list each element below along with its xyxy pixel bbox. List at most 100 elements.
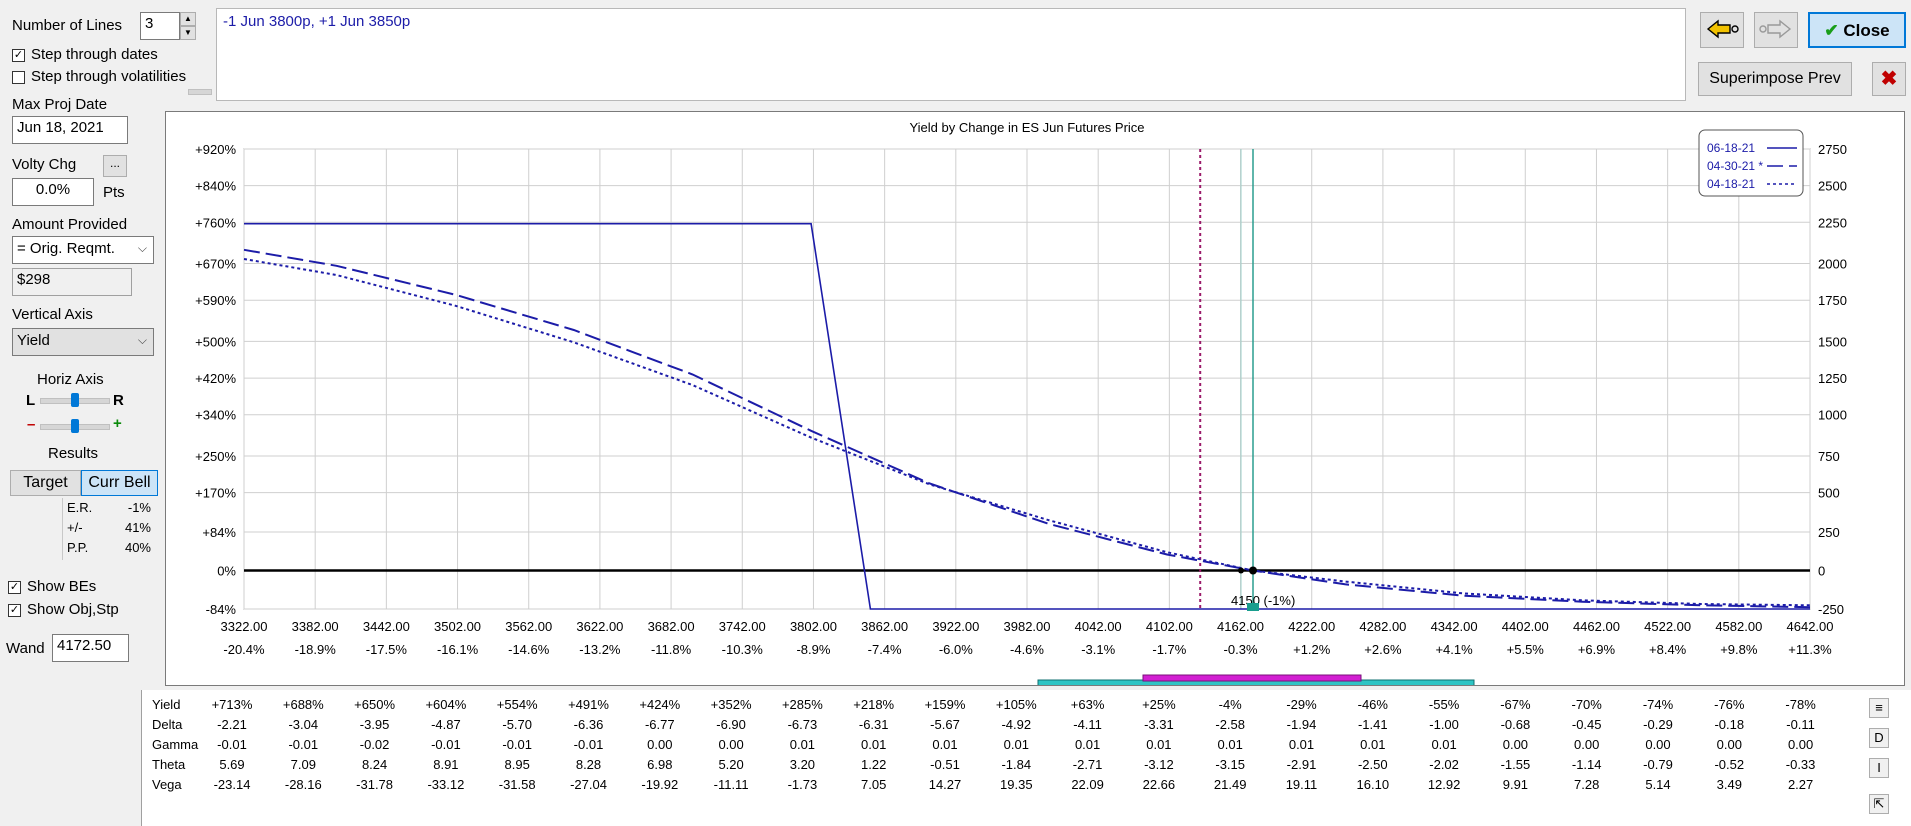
result-key: +/- (67, 520, 83, 535)
amount-option-text: = Orig. Reqmt. (17, 240, 115, 257)
table-menu-button[interactable]: ≡ (1869, 698, 1889, 718)
table-cell: -1.55 (1500, 757, 1531, 772)
table-cell: -0.11 (1786, 717, 1815, 732)
wand-label: Wand (6, 640, 45, 657)
table-cell: 0.00 (1716, 737, 1742, 752)
cancel-x-button[interactable]: ✖ (1872, 62, 1906, 96)
results-panel: E.R. -1% +/- 41% P.P. 40% (62, 498, 155, 560)
wand-point-marker (1249, 566, 1258, 575)
y-right-tick-label: 1500 (1818, 334, 1847, 349)
curr-bell-button[interactable]: Curr Bell (81, 470, 158, 496)
amount-provided-label: Amount Provided (12, 216, 128, 233)
table-cell: 0.01 (1003, 737, 1029, 752)
wand-input[interactable]: 4172.50 (52, 634, 129, 662)
close-button[interactable]: ✔ Close (1808, 12, 1906, 48)
table-cell: 8.95 (504, 757, 530, 772)
x-pct-label: -16.1% (437, 642, 479, 657)
i-button[interactable]: I (1869, 758, 1889, 778)
prev-button[interactable] (1700, 12, 1744, 48)
table-cell: -0.45 (1571, 717, 1602, 732)
max-proj-date-input[interactable]: Jun 18, 2021 (12, 116, 128, 144)
table-cell: 0.01 (1288, 737, 1315, 752)
export-button[interactable]: ⇱ (1869, 794, 1889, 814)
volty-more-button[interactable]: ... (103, 155, 127, 177)
x-pct-label: -17.5% (366, 642, 408, 657)
y-right-tick-label: 1000 (1818, 408, 1847, 423)
horiz-lr-slider-thumb[interactable] (71, 393, 79, 407)
arrow-right-icon (1759, 19, 1792, 39)
table-cell: +218% (853, 697, 895, 712)
table-cell: -2.02 (1429, 757, 1459, 772)
table-cell: -0.51 (930, 757, 960, 772)
table-cell: +554% (496, 697, 538, 712)
table-cell: -31.78 (356, 777, 394, 792)
show-bes-checkbox[interactable]: ✓ (8, 581, 21, 594)
table-cell: -5.67 (930, 717, 960, 732)
superimpose-prev-button[interactable]: Superimpose Prev (1698, 62, 1852, 96)
table-cell: 0.01 (1431, 737, 1457, 752)
amount-provided-select[interactable]: = Orig. Reqmt. ⌵ (12, 236, 154, 264)
x-tick-label: 4342.00 (1431, 619, 1478, 634)
step-vols-label: Step through volatilities (31, 68, 187, 85)
table-cell: -70% (1571, 697, 1602, 712)
horiz-zoom-slider-thumb[interactable] (71, 419, 79, 433)
table-cell: 0.00 (718, 737, 744, 752)
table-cell: 6.98 (647, 757, 673, 772)
table-row-label: Yield (152, 697, 181, 712)
y-tick-label: +840% (195, 179, 236, 194)
step-vols-checkbox[interactable] (12, 71, 25, 84)
yield-chart: Yield by Change in ES Jun Futures Price 3… (195, 120, 1847, 687)
table-cell: -1.84 (1001, 757, 1032, 772)
step-dates-label: Step through dates (31, 46, 158, 63)
table-cell: -0.01 (502, 737, 532, 752)
table-cell: +159% (924, 697, 966, 712)
wand-marker-icon (1247, 603, 1260, 611)
result-value: -1% (127, 500, 151, 515)
x-pct-label: -1.7% (1152, 642, 1186, 657)
y-tick-label: +250% (195, 449, 236, 464)
y-tick-label: +670% (195, 257, 236, 272)
table-cell: -3.95 (359, 717, 390, 732)
spin-up-button[interactable]: ▲ (180, 12, 196, 26)
step-dates-checkbox[interactable]: ✓ (12, 49, 25, 62)
table-cell: -3.04 (288, 717, 319, 732)
volty-chg-input[interactable]: 0.0% (12, 178, 94, 206)
spin-down-button[interactable]: ▼ (180, 26, 196, 40)
table-cell: 3.49 (1716, 777, 1742, 792)
table-cell: 22.09 (1071, 777, 1104, 792)
greeks-table: Yield +713% +688% +650% +604% +554% +491% +424%… (141, 690, 1911, 826)
table-cell: -0.18 (1714, 717, 1745, 732)
x-tick-label: 3622.00 (576, 619, 623, 634)
positions-textarea[interactable]: -1 Jun 3800p, +1 Jun 3850p (216, 8, 1686, 101)
x-tick-label: 4522.00 (1644, 619, 1691, 634)
table-cell: -74% (1642, 697, 1674, 712)
vertical-axis-label: Vertical Axis (12, 306, 93, 323)
vertical-axis-select[interactable]: Yield ⌵ (12, 328, 154, 356)
target-button[interactable]: Target (10, 470, 81, 496)
table-cell: +688% (282, 697, 324, 712)
wand-label: 4150 (-1%) (1231, 593, 1295, 608)
d-button[interactable]: D (1869, 728, 1889, 748)
table-cell: +713% (211, 697, 253, 712)
table-cell: 0.00 (1502, 737, 1529, 752)
y-tick-label: +590% (195, 293, 236, 308)
x-pct-label: -7.4% (868, 642, 902, 657)
show-obj-label: Show Obj,Stp (27, 601, 119, 618)
number-of-lines-input[interactable]: 3 (140, 12, 180, 40)
table-cell: 0.01 (1217, 737, 1243, 752)
x-tick-label: 4402.00 (1502, 619, 1549, 634)
x-tick-label: 4102.00 (1146, 619, 1193, 634)
table-cell: -0.01 (573, 737, 604, 752)
next-button[interactable] (1754, 12, 1798, 48)
table-cell: 0.01 (1074, 737, 1101, 752)
result-value: 41% (124, 520, 151, 535)
positions-scroll-track[interactable] (188, 89, 212, 95)
table-cell: 9.91 (1502, 777, 1529, 792)
show-obj-checkbox[interactable]: ✓ (8, 604, 21, 617)
x-tick-label: 3382.00 (292, 619, 339, 634)
table-cell: -28.16 (284, 777, 322, 792)
prob-bar-inner (1142, 674, 1362, 682)
y-tick-label: 0% (217, 564, 236, 579)
table-cell: -1.00 (1429, 717, 1459, 732)
table-cell: 8.91 (433, 757, 459, 772)
